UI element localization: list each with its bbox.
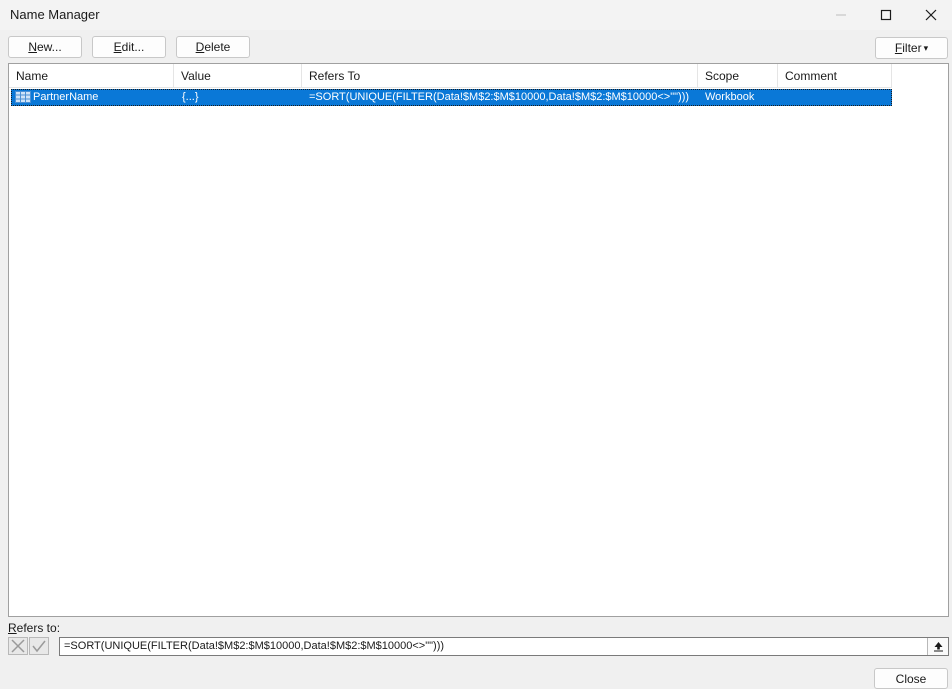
edit-mnemonic: E — [113, 40, 122, 54]
names-list[interactable]: Name Value Refers To Scope Comment Partn… — [8, 63, 949, 617]
cancel-icon — [11, 639, 25, 653]
row-refers-to: =SORT(UNIQUE(FILTER(Data!$M$2:$M$10000,D… — [309, 91, 690, 103]
new-label: ew... — [36, 40, 62, 54]
close-button[interactable]: Close — [874, 668, 948, 689]
column-header-scope[interactable]: Scope — [698, 64, 778, 88]
maximize-button[interactable] — [863, 0, 909, 30]
minimize-button[interactable] — [818, 0, 864, 30]
refers-to-input[interactable]: =SORT(UNIQUE(FILTER(Data!$M$2:$M$10000,D… — [59, 637, 949, 656]
column-header-comment[interactable]: Comment — [778, 64, 892, 88]
table-row[interactable]: PartnerName {...} =SORT(UNIQUE(FILTER(Da… — [11, 89, 892, 106]
delete-label: elete — [204, 40, 231, 54]
minimize-icon — [836, 14, 846, 16]
refers-to-label: Refers to: — [8, 621, 60, 635]
filter-button[interactable]: Filter ▾ — [875, 37, 948, 59]
row-name: PartnerName — [33, 91, 99, 103]
row-value: {...} — [182, 91, 199, 103]
window-title: Name Manager — [10, 7, 100, 22]
title-bar: Name Manager — [0, 0, 952, 30]
refers-to-label-text: efers to: — [16, 621, 61, 635]
filter-mnemonic: F — [894, 41, 903, 55]
new-mnemonic: N — [28, 40, 37, 54]
cancel-edit-button[interactable] — [8, 637, 28, 655]
commit-edit-button[interactable] — [29, 637, 49, 655]
new-button[interactable]: New... — [8, 36, 82, 58]
close-window-button[interactable] — [908, 0, 952, 30]
chevron-down-icon: ▾ — [923, 42, 929, 53]
maximize-icon — [880, 9, 892, 21]
checkmark-icon — [32, 640, 46, 653]
column-header-value[interactable]: Value — [174, 64, 302, 88]
named-range-icon — [15, 91, 31, 106]
refers-to-mnemonic: R — [8, 621, 17, 635]
row-scope: Workbook — [705, 91, 755, 103]
delete-mnemonic: D — [195, 40, 205, 54]
collapse-dialog-button[interactable] — [927, 638, 948, 655]
collapse-icon — [933, 642, 943, 652]
column-header-name[interactable]: Name — [9, 64, 174, 88]
filter-label: ilter — [902, 41, 922, 55]
list-header: Name Value Refers To Scope Comment — [9, 64, 892, 88]
close-icon — [925, 9, 937, 21]
column-header-refers-to[interactable]: Refers To — [302, 64, 698, 88]
edit-button[interactable]: Edit... — [92, 36, 166, 58]
edit-label: dit... — [121, 40, 145, 54]
delete-button[interactable]: Delete — [176, 36, 250, 58]
